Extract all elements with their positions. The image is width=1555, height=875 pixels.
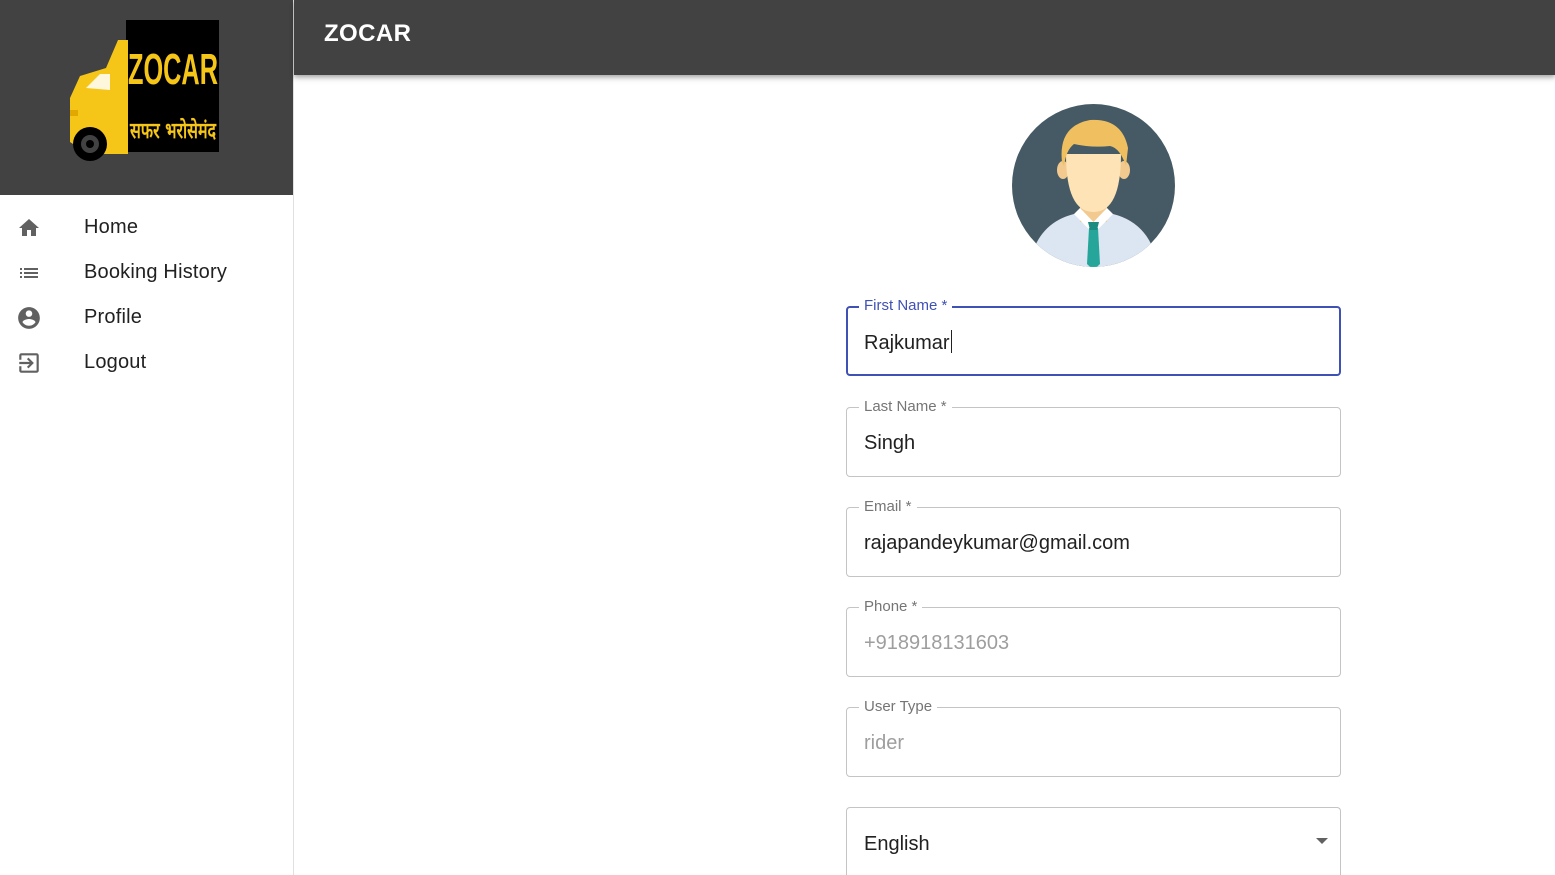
language-select[interactable]: English: [846, 807, 1341, 875]
last-name-field[interactable]: Last Name * Singh: [846, 398, 1341, 477]
sidebar-item-label: Home: [84, 216, 139, 238]
account-circle-icon: [16, 305, 42, 331]
sidebar-item-home[interactable]: Home: [0, 205, 293, 250]
logout-icon: [16, 350, 42, 376]
app-bar: ZOCAR: [294, 0, 1555, 75]
last-name-input[interactable]: Singh: [864, 431, 915, 455]
last-name-label: Last Name *: [859, 398, 952, 416]
first-name-label: First Name *: [859, 297, 953, 315]
list-icon: [16, 260, 42, 286]
email-input[interactable]: rajapandeykumar@gmail.com: [864, 531, 1130, 555]
user-type-input: rider: [864, 732, 905, 754]
email-field[interactable]: Email * rajapandeykumar@gmail.com: [846, 498, 1341, 577]
dropdown-arrow-icon[interactable]: [1316, 838, 1328, 844]
sidebar-item-booking-history[interactable]: Booking History: [0, 250, 293, 295]
sidebar-item-label: Logout: [84, 351, 147, 373]
app-title: ZOCAR: [324, 20, 412, 47]
first-name-input[interactable]: Rajkumar: [864, 330, 952, 355]
phone-input: +918918131603: [864, 632, 1010, 654]
language-selected-value: English: [864, 833, 930, 855]
zocar-logo[interactable]: ZOCAR सफर भरोसेमंद: [66, 18, 221, 173]
logo-wordmark: ZOCAR: [128, 45, 218, 94]
sidebar-header: ZOCAR सफर भरोसेमंद: [0, 0, 293, 195]
text-caret: [950, 330, 952, 353]
phone-field: Phone * +918918131603: [846, 598, 1341, 677]
home-icon: [16, 215, 42, 241]
first-name-field[interactable]: First Name * Rajkumar: [846, 297, 1341, 376]
sidebar-item-label: Booking History: [84, 261, 228, 283]
user-type-field: User Type rider: [846, 698, 1341, 777]
email-label: Email *: [859, 498, 917, 516]
sidebar: ZOCAR सफर भरोसेमंद Home Booking History …: [0, 0, 294, 875]
profile-avatar[interactable]: [1012, 104, 1175, 267]
sidebar-item-profile[interactable]: Profile: [0, 295, 293, 340]
sidebar-item-logout[interactable]: Logout: [0, 340, 293, 385]
sidebar-item-label: Profile: [84, 306, 143, 328]
phone-label: Phone *: [859, 598, 923, 616]
user-type-label: User Type: [859, 698, 938, 716]
sidebar-nav: Home Booking History Profile Logout: [0, 195, 293, 385]
logo-tagline: सफर भरोसेमंद: [129, 117, 217, 144]
